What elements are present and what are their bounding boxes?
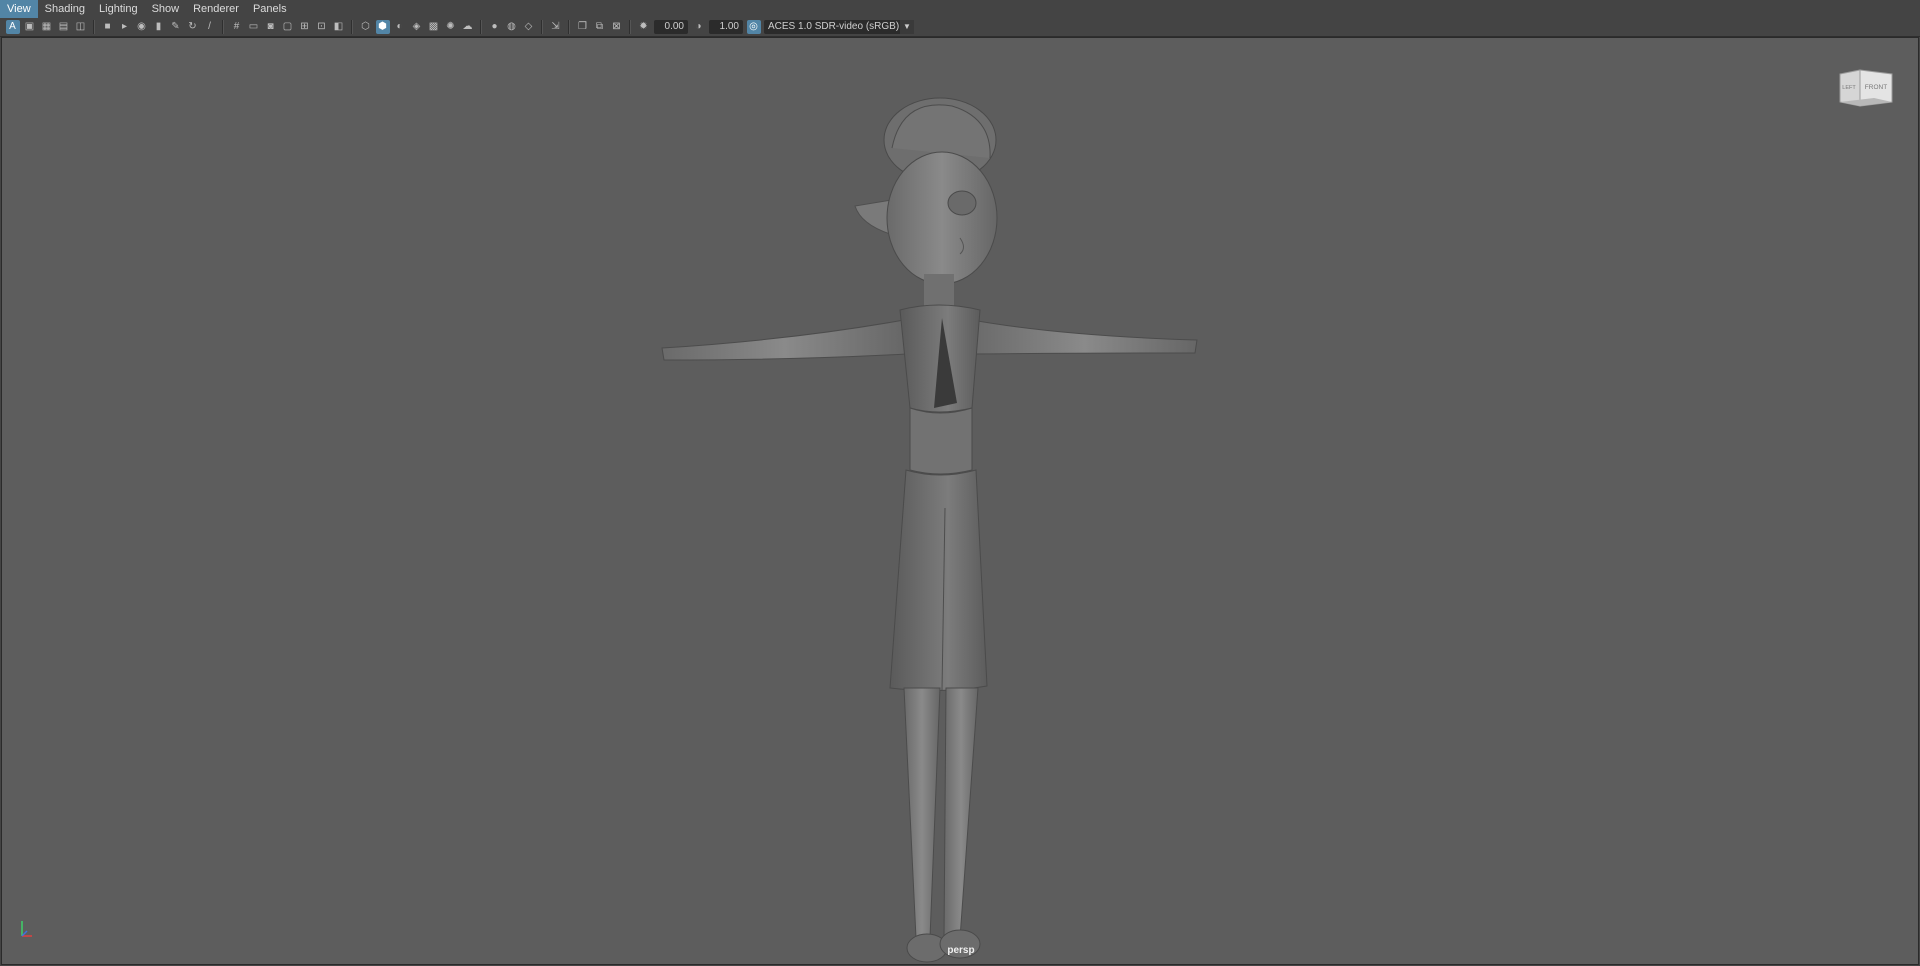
- wireframe-on-shaded-icon[interactable]: ◐: [393, 20, 407, 34]
- viewcube-front-label[interactable]: FRONT: [1865, 84, 1887, 91]
- chevron-down-icon[interactable]: ▼: [900, 20, 914, 34]
- menu-show[interactable]: Show: [145, 0, 187, 18]
- grid-icon[interactable]: #: [230, 20, 244, 34]
- gamma-field[interactable]: 1.00: [709, 20, 743, 34]
- camera-attributes-icon[interactable]: ▣: [23, 20, 37, 34]
- axis-gizmo-icon: [21, 921, 32, 937]
- exposure-field[interactable]: 0.00: [654, 20, 688, 34]
- wireframe-icon[interactable]: ⬡: [359, 20, 373, 34]
- toolbar-divider: [93, 20, 95, 34]
- depth-of-field-icon[interactable]: ◇: [522, 20, 536, 34]
- menu-view[interactable]: View: [0, 0, 38, 18]
- image-plane-icon[interactable]: ▤: [57, 20, 71, 34]
- menu-shading[interactable]: Shading: [38, 0, 92, 18]
- anti-aliasing-icon[interactable]: ◍: [505, 20, 519, 34]
- xray-joints-icon[interactable]: ⊠: [610, 20, 624, 34]
- menu-lighting[interactable]: Lighting: [92, 0, 145, 18]
- exposure-icon[interactable]: ✹: [637, 20, 651, 34]
- safe-title-icon[interactable]: ◧: [332, 20, 346, 34]
- textured-icon[interactable]: ◈: [410, 20, 424, 34]
- panel-toolbar: A ▣ ▦ ▤ ◫ ■ ▸ ◉ ▮ ✎ ↻ / # ▭ ◙ ▢ ⊞ ⊡ ◧ ⬡ …: [0, 18, 1920, 37]
- 2d-pan-zoom-icon[interactable]: ◫: [74, 20, 88, 34]
- viewcube-left-label[interactable]: LEFT: [1842, 85, 1856, 91]
- color-management-icon[interactable]: ◎: [746, 20, 761, 34]
- smooth-shade-icon[interactable]: ⬢: [375, 20, 390, 34]
- xray-active-components-icon[interactable]: ⧉: [593, 20, 607, 34]
- toolbar-divider: [480, 20, 482, 34]
- toolbar-divider: [222, 20, 224, 34]
- use-all-lights-icon[interactable]: ▩: [427, 20, 441, 34]
- 3d-viewport[interactable]: LEFT FRONT persp: [1, 37, 1919, 965]
- xray-icon[interactable]: ❐: [576, 20, 590, 34]
- camera-lock-icon[interactable]: ▸: [118, 20, 132, 34]
- pencil-icon[interactable]: /: [203, 20, 217, 34]
- view-transform-label: ACES 1.0 SDR-video (sRGB): [768, 21, 900, 32]
- toolbar-divider: [568, 20, 570, 34]
- camera-name-label: persp: [947, 945, 975, 956]
- menu-panels[interactable]: Panels: [246, 0, 294, 18]
- viewcube[interactable]: LEFT FRONT: [1838, 68, 1894, 114]
- toolbar-divider: [541, 20, 543, 34]
- bookmark-icon[interactable]: ▦: [40, 20, 54, 34]
- panel-menubar: View Shading Lighting Show Renderer Pane…: [0, 0, 1920, 19]
- resolution-gate-icon[interactable]: ◙: [264, 20, 278, 34]
- toolbar-divider: [629, 20, 631, 34]
- view-transform-dropdown[interactable]: ACES 1.0 SDR-video (sRGB) ▼: [764, 20, 914, 34]
- menu-renderer[interactable]: Renderer: [186, 0, 246, 18]
- camera-icon[interactable]: ■: [101, 20, 115, 34]
- gate-mask-icon[interactable]: ▢: [281, 20, 295, 34]
- bookmark-icon[interactable]: ▮: [152, 20, 166, 34]
- select-camera-icon[interactable]: A: [5, 20, 20, 34]
- ambient-occlusion-icon[interactable]: ☁: [461, 20, 475, 34]
- gamma-icon[interactable]: ◑: [692, 20, 706, 34]
- character-model: [661, 97, 1198, 963]
- field-chart-icon[interactable]: ⊞: [298, 20, 312, 34]
- safe-action-icon[interactable]: ⊡: [315, 20, 329, 34]
- isolate-select-icon[interactable]: ⇲: [549, 20, 563, 34]
- pan-zoom-icon[interactable]: ↻: [186, 20, 200, 34]
- grease-pencil-icon[interactable]: ✎: [169, 20, 183, 34]
- motion-blur-icon[interactable]: ●: [488, 20, 502, 34]
- shadows-icon[interactable]: ✺: [444, 20, 458, 34]
- camera-bookmark-icon[interactable]: ◉: [135, 20, 149, 34]
- film-gate-icon[interactable]: ▭: [247, 20, 261, 34]
- toolbar-divider: [351, 20, 353, 34]
